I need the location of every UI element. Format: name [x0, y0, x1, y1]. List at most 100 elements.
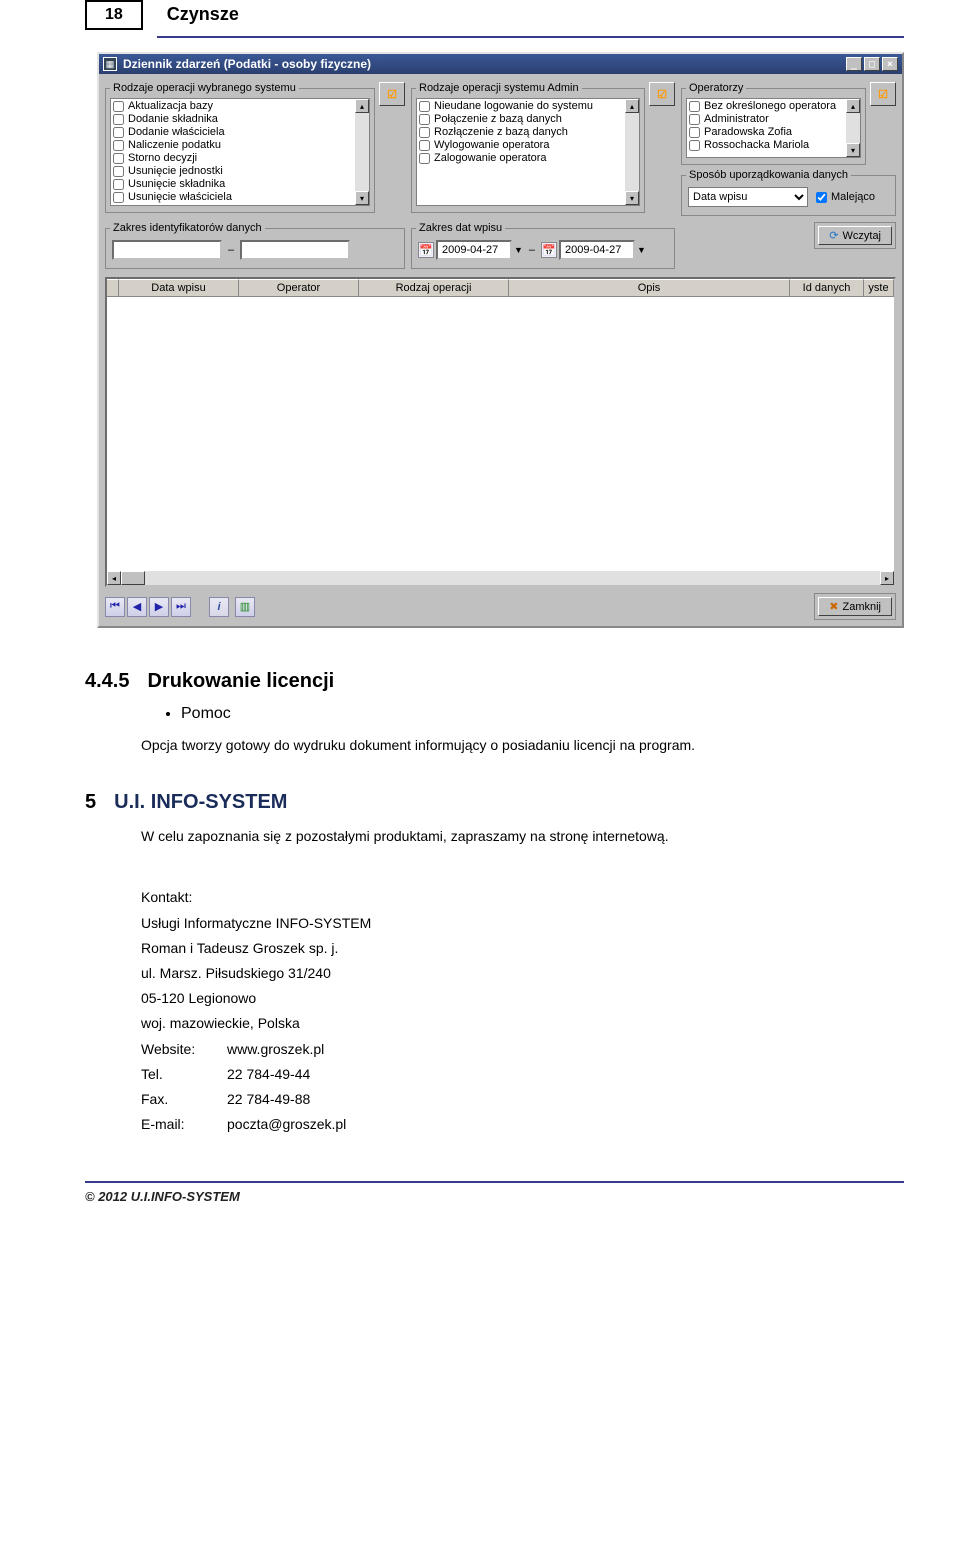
- operators-list[interactable]: Bez określonego operatora Administrator …: [686, 98, 861, 158]
- close-button[interactable]: ×: [882, 57, 898, 71]
- section-title: U.I. INFO-SYSTEM: [114, 791, 287, 814]
- nav-last-button[interactable]: ⏭: [171, 597, 191, 617]
- sort-desc-checkbox[interactable]: Malejąco: [816, 191, 875, 204]
- email-value: poczta@groszek.pl: [227, 1112, 346, 1137]
- refresh-icon: ⟳: [829, 229, 838, 242]
- grid-body: [107, 297, 894, 571]
- list-item[interactable]: Bez określonego operatora: [689, 100, 858, 113]
- list-item[interactable]: Rozłączenie z bazą danych: [419, 126, 637, 139]
- ops-admin-list[interactable]: Nieudane logowanie do systemu Połączenie…: [416, 98, 640, 206]
- fax-label: Fax.: [141, 1087, 213, 1112]
- body-text: W celu zapoznania się z pozostałymi prod…: [141, 826, 896, 848]
- chevron-down-icon[interactable]: ▼: [637, 245, 646, 255]
- list-item[interactable]: Naliczenie podatku: [113, 139, 367, 152]
- window-title: Dziennik zdarzeń (Podatki - osoby fizycz…: [123, 57, 846, 71]
- grid-header: Data wpisu Operator Rodzaj operacji Opis…: [107, 279, 894, 297]
- group-ops-admin-legend: Rodzaje operacji systemu Admin: [416, 82, 582, 94]
- scrollbar[interactable]: ▴ ▾: [625, 99, 639, 205]
- info-button[interactable]: i: [209, 597, 229, 617]
- copyright: © 2012 U.I.INFO-SYSTEM: [85, 1189, 904, 1204]
- list-item[interactable]: Usunięcie jednostki: [113, 165, 367, 178]
- contact-block: Kontakt: Usługi Informatyczne INFO-SYSTE…: [141, 885, 904, 1137]
- select-all-operators-button[interactable]: ☑: [870, 82, 896, 106]
- sort-field-select[interactable]: Data wpisu: [688, 187, 808, 207]
- nav-next-button[interactable]: ▶: [149, 597, 169, 617]
- date-to-input[interactable]: [559, 240, 635, 260]
- record-nav: ⏮ ◀ ▶ ⏭: [105, 597, 191, 617]
- date-from-input[interactable]: [436, 240, 512, 260]
- scrollbar[interactable]: ▴ ▾: [355, 99, 369, 205]
- footer-rule: [85, 1181, 904, 1183]
- grid-col[interactable]: Opis: [509, 279, 790, 296]
- scroll-up-icon[interactable]: ▴: [355, 99, 369, 113]
- close-dialog-button[interactable]: ✖ Zamknij: [818, 597, 892, 616]
- minimize-button[interactable]: _: [846, 57, 862, 71]
- company-name: Usługi Informatyczne INFO-SYSTEM: [141, 911, 904, 936]
- section-title: Drukowanie licencji: [147, 670, 334, 693]
- grid-col[interactable]: Data wpisu: [119, 279, 239, 296]
- data-button[interactable]: ▥: [235, 597, 255, 617]
- maximize-button[interactable]: □: [864, 57, 880, 71]
- scroll-left-icon[interactable]: ◂: [107, 571, 121, 585]
- scroll-down-icon[interactable]: ▾: [625, 191, 639, 205]
- address-city: 05-120 Legionowo: [141, 986, 904, 1011]
- list-item[interactable]: Wylogowanie operatora: [419, 139, 637, 152]
- app-icon: ▦: [103, 57, 117, 71]
- scroll-right-icon[interactable]: ▸: [880, 571, 894, 585]
- chevron-down-icon[interactable]: ▼: [514, 245, 523, 255]
- group-ops-system-legend: Rodzaje operacji wybranego systemu: [110, 82, 299, 94]
- scrollbar[interactable]: ▴ ▾: [846, 99, 860, 157]
- bullet-item: Pomoc: [181, 705, 904, 723]
- list-item[interactable]: Paradowska Zofia: [689, 126, 858, 139]
- id-from-input[interactable]: [112, 240, 222, 260]
- address-region: woj. mazowieckie, Polska: [141, 1011, 904, 1036]
- list-item[interactable]: Aktualizacja bazy: [113, 100, 367, 113]
- id-to-input[interactable]: [240, 240, 350, 260]
- group-operators-legend: Operatorzy: [686, 82, 746, 94]
- scroll-down-icon[interactable]: ▾: [846, 143, 860, 157]
- group-ops-system: Rodzaje operacji wybranego systemu Aktua…: [105, 82, 375, 213]
- grid-col[interactable]: yste: [864, 279, 894, 296]
- group-sort-legend: Sposób uporządkowania danych: [686, 169, 851, 181]
- list-item[interactable]: Administrator: [689, 113, 858, 126]
- calendar-icon[interactable]: 📅: [418, 242, 434, 258]
- read-button[interactable]: ⟳ Wczytaj: [818, 226, 892, 245]
- group-date-range: Zakres dat wpisu 📅 ▼ – 📅 ▼: [411, 222, 675, 269]
- range-dash: –: [228, 244, 234, 256]
- list-item[interactable]: Usunięcie składnika: [113, 178, 367, 191]
- ops-system-list[interactable]: Aktualizacja bazy Dodanie składnika Doda…: [110, 98, 370, 206]
- group-sort: Sposób uporządkowania danych Data wpisu …: [681, 169, 896, 216]
- list-item[interactable]: Nieudane logowanie do systemu: [419, 100, 637, 113]
- nav-first-button[interactable]: ⏮: [105, 597, 125, 617]
- list-item[interactable]: Wydrukowanie decyzji: [113, 204, 367, 206]
- list-item[interactable]: Zalogowanie operatora: [419, 152, 637, 165]
- group-date-range-legend: Zakres dat wpisu: [416, 222, 505, 234]
- close-icon: ✖: [829, 600, 838, 613]
- list-item[interactable]: Storno decyzji: [113, 152, 367, 165]
- scroll-up-icon[interactable]: ▴: [625, 99, 639, 113]
- page-number: 18: [85, 0, 143, 30]
- group-operators: Operatorzy Bez określonego operatora Adm…: [681, 82, 866, 165]
- list-item[interactable]: Połączenie z bazą danych: [419, 113, 637, 126]
- scroll-up-icon[interactable]: ▴: [846, 99, 860, 113]
- select-all-ops-system-button[interactable]: ☑: [379, 82, 405, 106]
- grid-col[interactable]: Rodzaj operacji: [359, 279, 509, 296]
- group-id-range-legend: Zakres identyfikatorów danych: [110, 222, 265, 234]
- tel-label: Tel.: [141, 1062, 213, 1087]
- list-item[interactable]: Dodanie składnika: [113, 113, 367, 126]
- range-dash: –: [529, 244, 535, 256]
- grid-col[interactable]: Operator: [239, 279, 359, 296]
- group-ops-admin: Rodzaje operacji systemu Admin Nieudane …: [411, 82, 645, 213]
- nav-prev-button[interactable]: ◀: [127, 597, 147, 617]
- grid-col[interactable]: [107, 279, 119, 296]
- results-grid[interactable]: Data wpisu Operator Rodzaj operacji Opis…: [105, 277, 896, 587]
- list-item[interactable]: Rossochacka Mariola: [689, 139, 858, 152]
- scroll-down-icon[interactable]: ▾: [355, 191, 369, 205]
- list-item[interactable]: Usunięcie właściciela: [113, 191, 367, 204]
- fax-value: 22 784-49-88: [227, 1087, 310, 1112]
- list-item[interactable]: Dodanie właściciela: [113, 126, 367, 139]
- grid-col[interactable]: Id danych: [790, 279, 864, 296]
- scrollbar-horizontal[interactable]: ◂ ▸: [107, 571, 894, 585]
- calendar-icon[interactable]: 📅: [541, 242, 557, 258]
- select-all-ops-admin-button[interactable]: ☑: [649, 82, 675, 106]
